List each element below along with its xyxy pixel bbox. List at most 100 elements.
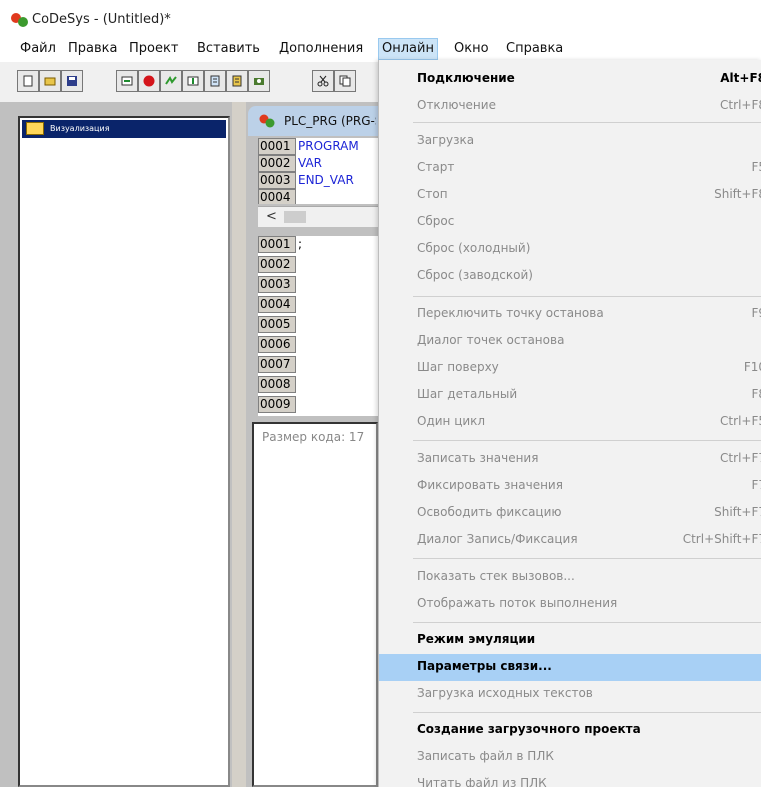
menu-item-read-file-from-plc[interactable]: Читать файл из ПЛК: [379, 771, 761, 787]
menu-item-label: Загрузка исходных текстов: [417, 686, 593, 700]
menu-item-single-cycle[interactable]: Один цикл Ctrl+F5: [379, 409, 761, 436]
open-button[interactable]: [39, 70, 61, 92]
menu-item-shortcut: Ctrl+Shift+F7: [682, 532, 761, 546]
stop-icon: [143, 75, 155, 87]
editor-title: PLC_PRG (PRG-ST): [284, 114, 376, 128]
new-file-button[interactable]: [17, 70, 39, 92]
menu-edit[interactable]: Правка: [65, 38, 120, 60]
cut-button[interactable]: [312, 70, 334, 92]
menu-item-step-over[interactable]: Шаг поверху F10: [379, 355, 761, 382]
line-number: 0001: [258, 138, 296, 155]
menu-item-flow-control[interactable]: Отображать поток выполнения: [379, 591, 761, 618]
menu-bar: Файл Правка Проект Вставить Дополнения О…: [0, 38, 761, 60]
message-window: Размер кода: 17: [252, 422, 378, 787]
declaration-editor[interactable]: 0001 PROGRAM 0002 VAR 0003 END_VAR 0004: [258, 138, 378, 204]
line-number: 0008: [258, 376, 296, 393]
code-line: PROGRAM: [298, 139, 359, 153]
menu-insert[interactable]: Вставить: [194, 38, 263, 60]
menu-item-communication-parameters[interactable]: Параметры связи...: [379, 654, 761, 681]
menu-item-label: Сброс (заводской): [417, 268, 533, 282]
new-file-icon: [23, 75, 33, 87]
menu-file[interactable]: Файл: [17, 38, 59, 60]
menu-window[interactable]: Окно: [451, 38, 492, 60]
menu-item-label: Фиксировать значения: [417, 478, 563, 492]
window-title: CoDeSys - (Untitled)*: [32, 12, 171, 27]
line-number: 0009: [258, 396, 296, 413]
tree-item-label: Визуализация: [50, 124, 110, 133]
menu-item-label: Параметры связи...: [417, 659, 552, 673]
download-button[interactable]: [204, 70, 226, 92]
menu-item-label: Диалог точек останова: [417, 333, 565, 347]
menu-item-force-values[interactable]: Фиксировать значения F7: [379, 473, 761, 500]
open-folder-icon: [44, 77, 56, 86]
line-number: 0002: [258, 256, 296, 273]
menu-item-label: Один цикл: [417, 414, 486, 428]
run-icon: [165, 76, 177, 85]
copy-button[interactable]: [334, 70, 356, 92]
menu-item-reset[interactable]: Сброс: [379, 209, 761, 236]
login-icon: [121, 76, 133, 86]
upload-button[interactable]: [226, 70, 248, 92]
tree-item-visualization[interactable]: Визуализация: [22, 120, 226, 138]
save-button[interactable]: [61, 70, 83, 92]
stop-button[interactable]: [138, 70, 160, 92]
menu-item-toggle-breakpoint[interactable]: Переключить точку останова F9: [379, 301, 761, 328]
menu-separator: [413, 622, 761, 623]
menu-item-stop[interactable]: Стоп Shift+F8: [379, 182, 761, 209]
scroll-thumb[interactable]: [284, 211, 306, 223]
title-bar: CoDeSys - (Untitled)*: [0, 0, 761, 38]
menu-item-connect[interactable]: Подключение Alt+F8: [379, 66, 761, 93]
menu-item-start[interactable]: Старт F5: [379, 155, 761, 182]
menu-item-create-boot-project[interactable]: Создание загрузочного проекта: [379, 717, 761, 744]
horizontal-scrollbar[interactable]: <: [258, 206, 378, 227]
menu-item-release-force[interactable]: Освободить фиксацию Shift+F7: [379, 500, 761, 527]
menu-separator: [413, 122, 761, 123]
menu-item-write-values[interactable]: Записать значения Ctrl+F7: [379, 446, 761, 473]
save-icon: [67, 76, 77, 86]
menu-separator: [413, 440, 761, 441]
menu-item-reset-cold[interactable]: Сброс (холодный): [379, 236, 761, 263]
run-button[interactable]: [160, 70, 182, 92]
watch-button[interactable]: [248, 70, 270, 92]
menu-item-sourcecode-download[interactable]: Загрузка исходных текстов: [379, 681, 761, 708]
online-menu-dropdown: Подключение Alt+F8 Отключение Ctrl+F8 За…: [378, 60, 761, 787]
menu-item-disconnect[interactable]: Отключение Ctrl+F8: [379, 93, 761, 120]
line-number: 0003: [258, 276, 296, 293]
menu-separator: [413, 558, 761, 559]
menu-item-write-force-dialog[interactable]: Диалог Запись/Фиксация Ctrl+Shift+F7: [379, 527, 761, 554]
menu-item-show-call-stack[interactable]: Показать стек вызовов...: [379, 564, 761, 591]
menu-separator: [413, 296, 761, 297]
menu-item-write-file-to-plc[interactable]: Записать файл в ПЛК: [379, 744, 761, 771]
copy-icon: [339, 75, 351, 87]
pane-splitter[interactable]: [232, 102, 246, 787]
menu-item-step-in[interactable]: Шаг детальный F8: [379, 382, 761, 409]
watch-icon: [254, 78, 264, 85]
menu-item-label: Отображать поток выполнения: [417, 596, 618, 610]
menu-item-reset-factory[interactable]: Сброс (заводской): [379, 263, 761, 290]
login-button[interactable]: [116, 70, 138, 92]
scroll-left-arrow-icon[interactable]: <: [266, 209, 277, 224]
menu-item-download[interactable]: Загрузка: [379, 128, 761, 155]
menu-item-label: Сброс: [417, 214, 455, 228]
menu-separator: [413, 712, 761, 713]
code-line: ;: [298, 237, 303, 251]
menu-extras[interactable]: Дополнения: [276, 38, 366, 60]
menu-project[interactable]: Проект: [126, 38, 181, 60]
menu-item-label: Диалог Запись/Фиксация: [417, 532, 578, 546]
menu-item-label: Переключить точку останова: [417, 306, 604, 320]
menu-help[interactable]: Справка: [503, 38, 566, 60]
menu-item-shortcut: Ctrl+F8: [720, 98, 761, 112]
menu-item-label: Записать значения: [417, 451, 539, 465]
menu-item-label: Шаг детальный: [417, 387, 518, 401]
menu-item-label: Сброс (холодный): [417, 241, 531, 255]
menu-item-shortcut: F9: [751, 306, 761, 320]
menu-item-breakpoint-dialog[interactable]: Диалог точек останова: [379, 328, 761, 355]
menu-online[interactable]: Онлайн: [378, 38, 438, 60]
menu-item-label: Показать стек вызовов...: [417, 569, 575, 583]
menu-item-simulation-mode[interactable]: Режим эмуляции: [379, 627, 761, 654]
body-editor[interactable]: 0001 ; 0002 0003 0004 0005 0006 0007 000…: [258, 236, 378, 416]
codesys-logo-icon: [11, 13, 28, 27]
line-number: 0006: [258, 336, 296, 353]
line-number: 0001: [258, 236, 296, 253]
logout-button[interactable]: [182, 70, 204, 92]
